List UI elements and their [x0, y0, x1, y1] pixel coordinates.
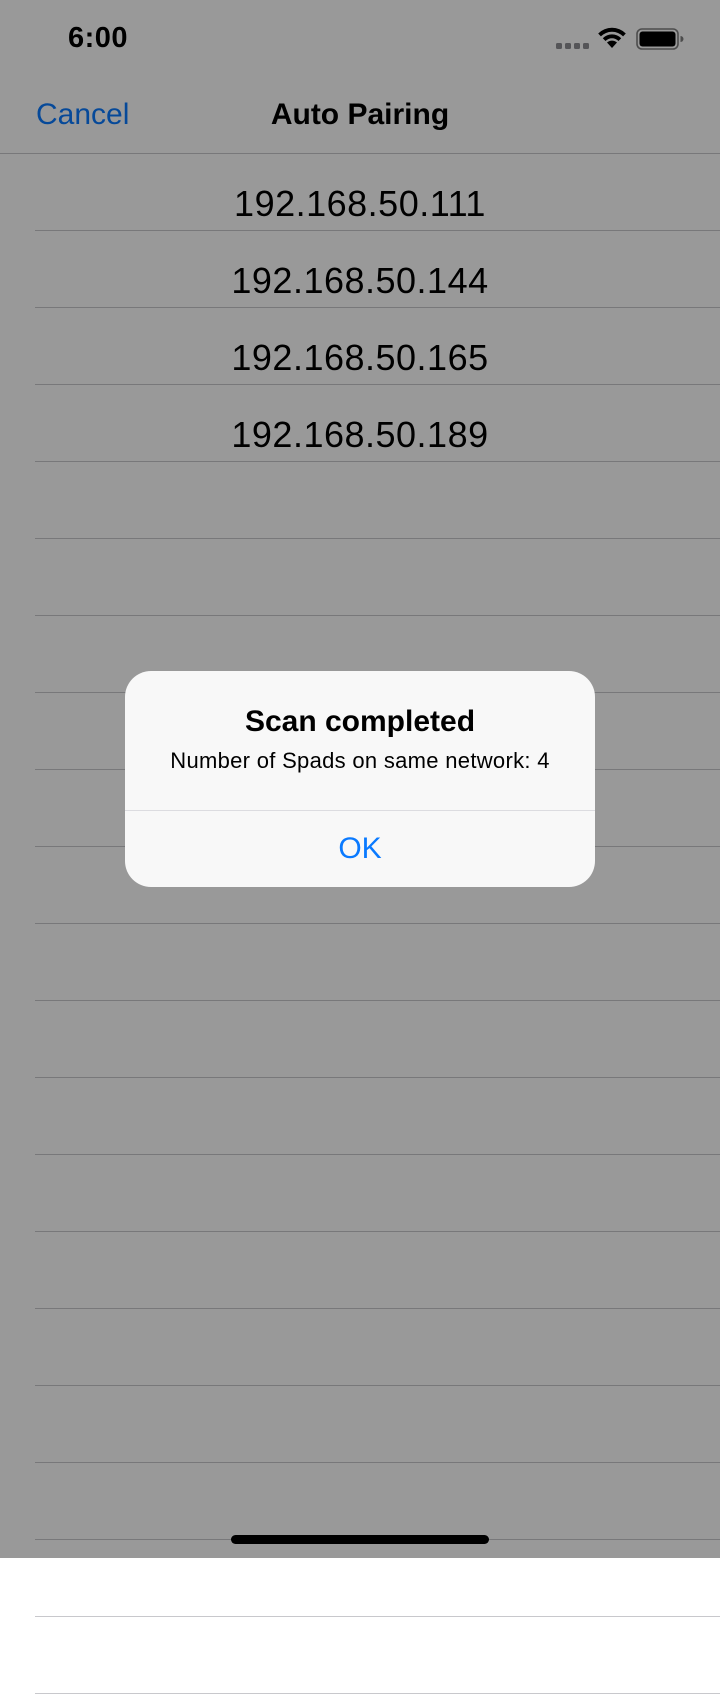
list-item[interactable]: [35, 1617, 720, 1694]
alert-dialog: Scan completed Number of Spads on same n…: [125, 671, 595, 887]
ok-button[interactable]: OK: [125, 811, 595, 887]
list-item-label: [0, 1617, 720, 1693]
alert-title: Scan completed: [244, 705, 476, 738]
alert-message: Number of Spads on same network: 4: [170, 748, 550, 773]
